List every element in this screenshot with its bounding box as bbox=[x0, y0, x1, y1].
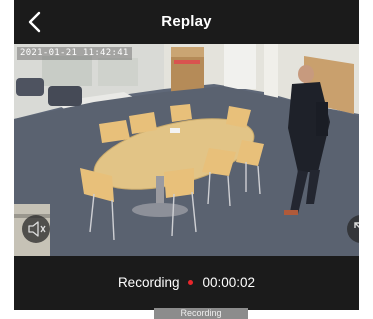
nav-bar: Replay bbox=[14, 0, 359, 44]
video-timestamp: 2021-01-21 11:42:41 bbox=[17, 47, 132, 60]
recording-status-bar: Recording 00:00:02 bbox=[14, 256, 359, 310]
recording-elapsed-time: 00:00:02 bbox=[202, 275, 256, 290]
recording-dot-icon bbox=[188, 279, 194, 285]
recording-status: Recording 00:00:02 bbox=[14, 275, 359, 290]
camera-feed-image bbox=[14, 44, 359, 256]
fullscreen-button[interactable] bbox=[347, 215, 359, 243]
video-player[interactable]: 2021-01-21 11:42:41 bbox=[14, 44, 359, 256]
recording-toast: Recording bbox=[154, 308, 248, 319]
volume-button[interactable] bbox=[22, 215, 50, 243]
recording-label: Recording bbox=[117, 275, 180, 290]
speaker-muted-icon bbox=[28, 221, 46, 237]
replay-screen: Replay 2021-01-21 11:42:41 Recording 00:… bbox=[14, 0, 359, 310]
page-title: Replay bbox=[161, 13, 212, 30]
fullscreen-icon bbox=[354, 222, 359, 228]
